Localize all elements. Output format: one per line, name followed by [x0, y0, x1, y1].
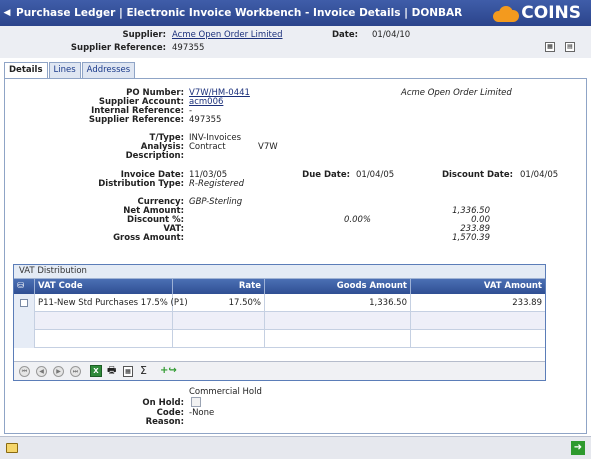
- excel-export-icon[interactable]: X: [90, 365, 102, 377]
- tab-details[interactable]: Details: [4, 62, 48, 79]
- grid-toolbar: ⏮ ◀ ▶ ⏭ X 🖶 ▦ Σ +↪: [14, 361, 545, 380]
- discount-date-value: 01/04/05: [520, 170, 559, 180]
- document-icon[interactable]: ▤: [565, 42, 575, 52]
- last-page-icon[interactable]: ⏭: [70, 366, 81, 377]
- col-vat-amount[interactable]: VAT Amount: [411, 279, 545, 294]
- bottom-bar: ➜: [0, 436, 591, 459]
- row-checkbox[interactable]: [20, 299, 28, 307]
- back-arrow-icon[interactable]: ◀: [0, 0, 14, 26]
- sum-icon[interactable]: Σ: [140, 364, 147, 377]
- vat-distribution-title: VAT Distribution: [14, 265, 545, 279]
- supplier-label: Supplier:: [122, 30, 166, 40]
- date-value: 01/04/10: [372, 30, 411, 40]
- folder-icon[interactable]: [6, 443, 18, 453]
- analysis-value: Contract: [189, 142, 226, 152]
- supplier-link[interactable]: Acme Open Order Limited: [172, 30, 283, 40]
- supplier-reference-detail-value: 497355: [189, 115, 222, 125]
- currency-value: GBP-Sterling: [189, 197, 243, 207]
- due-date-label: Due Date:: [302, 170, 350, 180]
- coins-logo: COINS: [493, 3, 581, 23]
- distribution-type-value: R-Registered: [189, 179, 244, 189]
- title-bar: ◀ Purchase Ledger | Electronic Invoice W…: [0, 0, 591, 26]
- analysis-code: V7W: [258, 142, 278, 152]
- gross-amount-label: Gross Amount:: [113, 233, 184, 243]
- col-goods-amount[interactable]: Goods Amount: [265, 279, 411, 294]
- table-row-empty: [14, 312, 545, 330]
- distribution-type-label: Distribution Type:: [98, 179, 184, 189]
- supplier-name: Acme Open Order Limited: [401, 88, 512, 98]
- reason-label: Reason:: [145, 417, 184, 427]
- due-date-value: 01/04/05: [356, 170, 395, 180]
- date-label: Date:: [331, 30, 358, 40]
- print-icon[interactable]: 🖶: [107, 366, 116, 376]
- select-all-icon[interactable]: ⛁: [14, 279, 35, 294]
- table-row-empty: [14, 330, 545, 348]
- supplier-reference-detail-label: Supplier Reference:: [88, 115, 184, 125]
- prev-page-icon[interactable]: ◀: [36, 366, 47, 377]
- add-row-icon[interactable]: +↪: [160, 364, 177, 377]
- on-hold-label: On Hold:: [142, 398, 184, 408]
- commercial-hold-heading: Commercial Hold: [189, 387, 262, 397]
- gross-amount-value: 1,570.39: [452, 233, 490, 243]
- logo-text: COINS: [521, 3, 581, 23]
- window-title: Purchase Ledger | Electronic Invoice Wor…: [16, 7, 463, 19]
- row-checkbox-cell: [14, 294, 35, 312]
- cell-goods-amount: 1,336.50: [265, 294, 411, 312]
- cloud-logo-icon: [493, 4, 520, 22]
- calculator-icon[interactable]: ▦: [123, 366, 133, 377]
- next-arrow-button[interactable]: ➜: [571, 441, 585, 455]
- table-row[interactable]: P11-New Std Purchases 17.5% (P1) 17.50% …: [14, 294, 545, 312]
- tab-addresses[interactable]: Addresses: [81, 62, 136, 78]
- cell-vat-code: P11-New Std Purchases 17.5% (P1): [35, 294, 188, 312]
- supplier-reference-value: 497355: [172, 43, 205, 53]
- cell-rate: 17.50%: [173, 294, 265, 312]
- cell-vat-amount: 233.89: [512, 298, 542, 308]
- description-label: Description:: [125, 151, 184, 161]
- tab-bar: Details Lines Addresses: [4, 62, 136, 79]
- discount-date-label: Discount Date:: [441, 170, 513, 180]
- vat-distribution-grid: VAT Distribution ⛁ VAT Code Rate Goods A…: [13, 264, 546, 381]
- col-vat-code[interactable]: VAT Code: [35, 279, 173, 294]
- first-page-icon[interactable]: ⏮: [19, 366, 30, 377]
- grid-header-row: ⛁ VAT Code Rate Goods Amount VAT Amount: [14, 279, 545, 294]
- discount-pct-value: 0.00%: [344, 215, 372, 225]
- on-hold-checkbox[interactable]: [191, 397, 201, 407]
- supplier-account-link[interactable]: acm006: [189, 97, 223, 107]
- code-value: -None: [189, 408, 215, 418]
- supplier-reference-label: Supplier Reference:: [70, 43, 166, 53]
- col-rate[interactable]: Rate: [173, 279, 265, 294]
- invoice-header: Supplier: Acme Open Order Limited Date: …: [0, 26, 591, 58]
- next-page-icon[interactable]: ▶: [53, 366, 64, 377]
- calculator-icon[interactable]: ▦: [545, 42, 555, 52]
- tab-lines[interactable]: Lines: [48, 62, 81, 78]
